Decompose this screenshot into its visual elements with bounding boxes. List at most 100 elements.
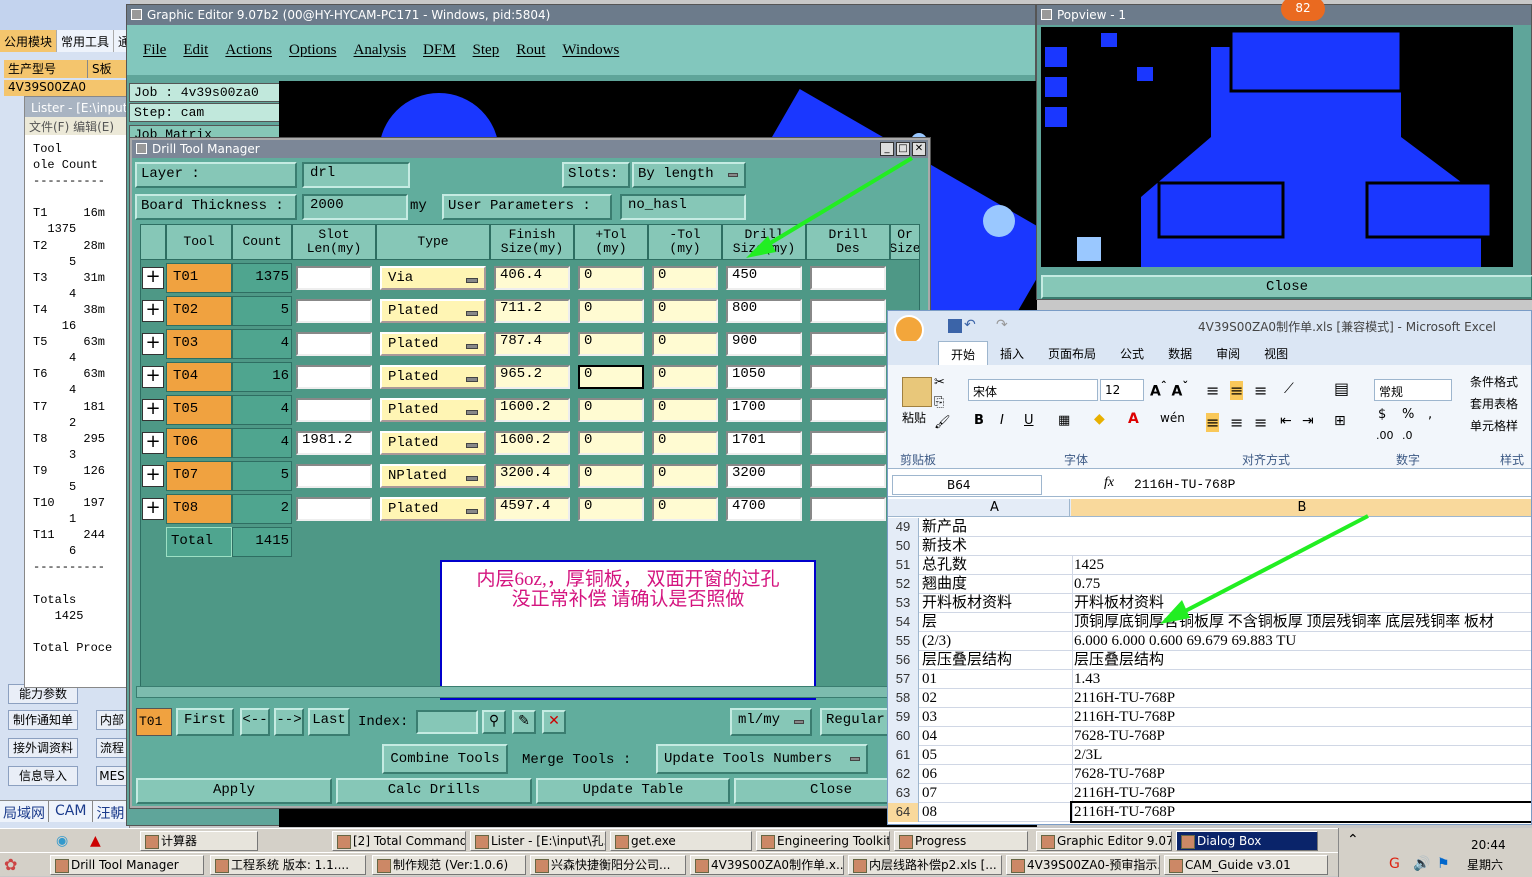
increase-indent-icon[interactable]: ⇥	[1302, 413, 1314, 429]
font-color-icon[interactable]: A	[1128, 411, 1139, 427]
column-header-a[interactable]: A	[920, 499, 1070, 516]
ribbon-tab-data[interactable]: 数据	[1156, 341, 1204, 365]
table-row-plus-tol[interactable]: 0	[578, 266, 644, 290]
orientation-icon[interactable]: ⟋	[1284, 381, 1294, 397]
table-row-drill-size[interactable]: 1701	[726, 431, 802, 455]
table-row-minus-tol[interactable]: 0	[652, 497, 718, 521]
update-tools-numbers-dropdown[interactable]: Update Tools Numbers	[656, 744, 868, 774]
cell-a[interactable]: 总孔数	[922, 556, 1068, 574]
row-number[interactable]: 60	[888, 727, 919, 746]
row-number[interactable]: 53	[888, 594, 919, 613]
row-number[interactable]: 52	[888, 575, 919, 594]
redo-icon[interactable]: ↷	[996, 317, 1008, 333]
decrease-decimal-icon[interactable]: .0	[1402, 429, 1413, 442]
menu-step[interactable]: Step	[473, 42, 500, 59]
table-row-plus-tol[interactable]: 0	[578, 464, 644, 488]
align-middle-icon[interactable]: ≡	[1230, 381, 1244, 400]
ribbon-tab-insert[interactable]: 插入	[988, 341, 1036, 365]
search-icon[interactable]: ⚲	[482, 710, 506, 734]
table-row-tool[interactable]: T05	[166, 395, 232, 425]
info-import-button[interactable]: 信息导入	[8, 766, 78, 786]
row-number[interactable]: 63	[888, 784, 919, 803]
apply-button[interactable]: Apply	[136, 778, 332, 804]
layer-field[interactable]: drl	[302, 162, 410, 188]
format-painter-icon[interactable]: 🖌	[934, 415, 951, 430]
table-row-tool[interactable]: T08	[166, 494, 232, 524]
last-button[interactable]: Last	[308, 708, 350, 736]
flow-button[interactable]: 流程	[96, 738, 128, 758]
clock-time[interactable]: 20:44	[1471, 838, 1506, 852]
tab-common-tools[interactable]: 常用工具	[57, 30, 115, 52]
table-row-minus-tol[interactable]: 0	[652, 431, 718, 455]
font-name-select[interactable]: 宋体	[968, 379, 1098, 401]
minimize-icon[interactable]: _	[880, 142, 894, 156]
table-row-drill-size[interactable]: 4700	[726, 497, 802, 521]
table-row-type[interactable]: Plated	[380, 497, 486, 521]
user-parameters-field[interactable]: no_hasl	[620, 194, 746, 220]
table-row-finish-size[interactable]: 787.4	[494, 332, 570, 356]
board-thickness-field[interactable]: 2000	[302, 194, 408, 220]
taskbar-item[interactable]: 兴森快捷衡阳分公司...	[530, 855, 686, 875]
expand-row-icon[interactable]: +	[142, 399, 164, 421]
align-right-icon[interactable]: ≡	[1254, 413, 1267, 432]
slots-dropdown[interactable]: By length	[632, 162, 746, 188]
cell-a[interactable]: 01	[922, 670, 1068, 688]
table-row-type[interactable]: Plated	[380, 365, 486, 389]
tab-wang[interactable]: 汪朝	[93, 801, 127, 822]
cell-a[interactable]: 02	[922, 689, 1068, 707]
close-icon[interactable]: ✕	[912, 142, 926, 156]
table-row-tool[interactable]: T01	[166, 263, 232, 293]
decrease-indent-icon[interactable]: ⇤	[1280, 413, 1292, 429]
cell-styles-button[interactable]: 单元格样	[1470, 417, 1518, 434]
taskbar-item[interactable]: CAM_Guide v3.01	[1164, 855, 1328, 875]
wrap-text-icon[interactable]: ▤	[1334, 379, 1349, 398]
cell-b[interactable]: 7628-TU-768P	[1072, 765, 1531, 783]
taskbar-item[interactable]: get.exe	[610, 831, 752, 851]
cell-a[interactable]: 08	[922, 803, 1068, 821]
external-data-button[interactable]: 接外调资料	[8, 738, 78, 758]
tab-common-module[interactable]: 公用模块	[0, 30, 58, 52]
popview-close-button[interactable]: Close	[1041, 275, 1532, 299]
align-top-icon[interactable]: ≡	[1206, 381, 1219, 400]
index-field[interactable]	[416, 710, 478, 734]
cut-icon[interactable]: ✂	[934, 375, 945, 390]
menu-dfm[interactable]: DFM	[423, 42, 456, 59]
tab-cam[interactable]: CAM	[49, 801, 94, 822]
expand-row-icon[interactable]: +	[142, 498, 164, 520]
taskbar-item[interactable]: Progress	[894, 831, 1028, 851]
taskbar-item[interactable]: 内层线路补偿p2.xls [...	[848, 855, 1002, 875]
table-row-minus-tol[interactable]: 0	[652, 464, 718, 488]
model-value[interactable]: 4V39S00ZA0	[4, 80, 128, 96]
menu-windows[interactable]: Windows	[562, 42, 619, 59]
currency-icon[interactable]: $	[1378, 407, 1386, 422]
pdf-icon[interactable]: ▲	[90, 833, 101, 849]
taskbar-item[interactable]: 计算器	[140, 831, 258, 851]
cell-b[interactable]: 6.000 6.000 0.600 69.679 69.883 TU	[1072, 632, 1531, 650]
comma-icon[interactable]: ,	[1428, 407, 1432, 422]
taskbar-item[interactable]: Lister - [E:\input\孔...	[470, 831, 606, 851]
table-row-tool[interactable]: T06	[166, 428, 232, 458]
cell-a[interactable]: 04	[922, 727, 1068, 745]
table-row-type[interactable]: Plated	[380, 332, 486, 356]
cell-a[interactable]: 03	[922, 708, 1068, 726]
row-number[interactable]: 56	[888, 651, 919, 670]
mes-button[interactable]: MES	[96, 766, 128, 786]
cell-a[interactable]: 层	[922, 613, 1068, 631]
taskbar-item[interactable]: 4V39S00ZA0制作单.x...	[690, 855, 844, 875]
row-number[interactable]: 61	[888, 746, 919, 765]
table-row-type[interactable]: Via	[380, 266, 486, 290]
fill-color-icon[interactable]: ◆	[1094, 411, 1105, 427]
table-row-drill-size[interactable]: 900	[726, 332, 802, 356]
calc-drills-button[interactable]: Calc Drills	[336, 778, 532, 804]
table-row-plus-tol[interactable]: 0	[578, 299, 644, 323]
table-row-drill-des[interactable]	[810, 299, 886, 323]
table-row-drill-des[interactable]	[810, 497, 886, 521]
table-row-slot-len[interactable]	[296, 266, 372, 290]
cell-b[interactable]: 2116H-TU-768P	[1072, 708, 1531, 726]
table-row-drill-size[interactable]: 450	[726, 266, 802, 290]
table-row-plus-tol[interactable]: 0	[578, 332, 644, 356]
cell-b[interactable]: 2/3L	[1072, 746, 1531, 764]
increase-decimal-icon[interactable]: .00	[1376, 429, 1394, 442]
align-left-icon[interactable]: ≡	[1206, 413, 1220, 432]
cell-a[interactable]: 层压叠层结构	[922, 651, 1068, 669]
